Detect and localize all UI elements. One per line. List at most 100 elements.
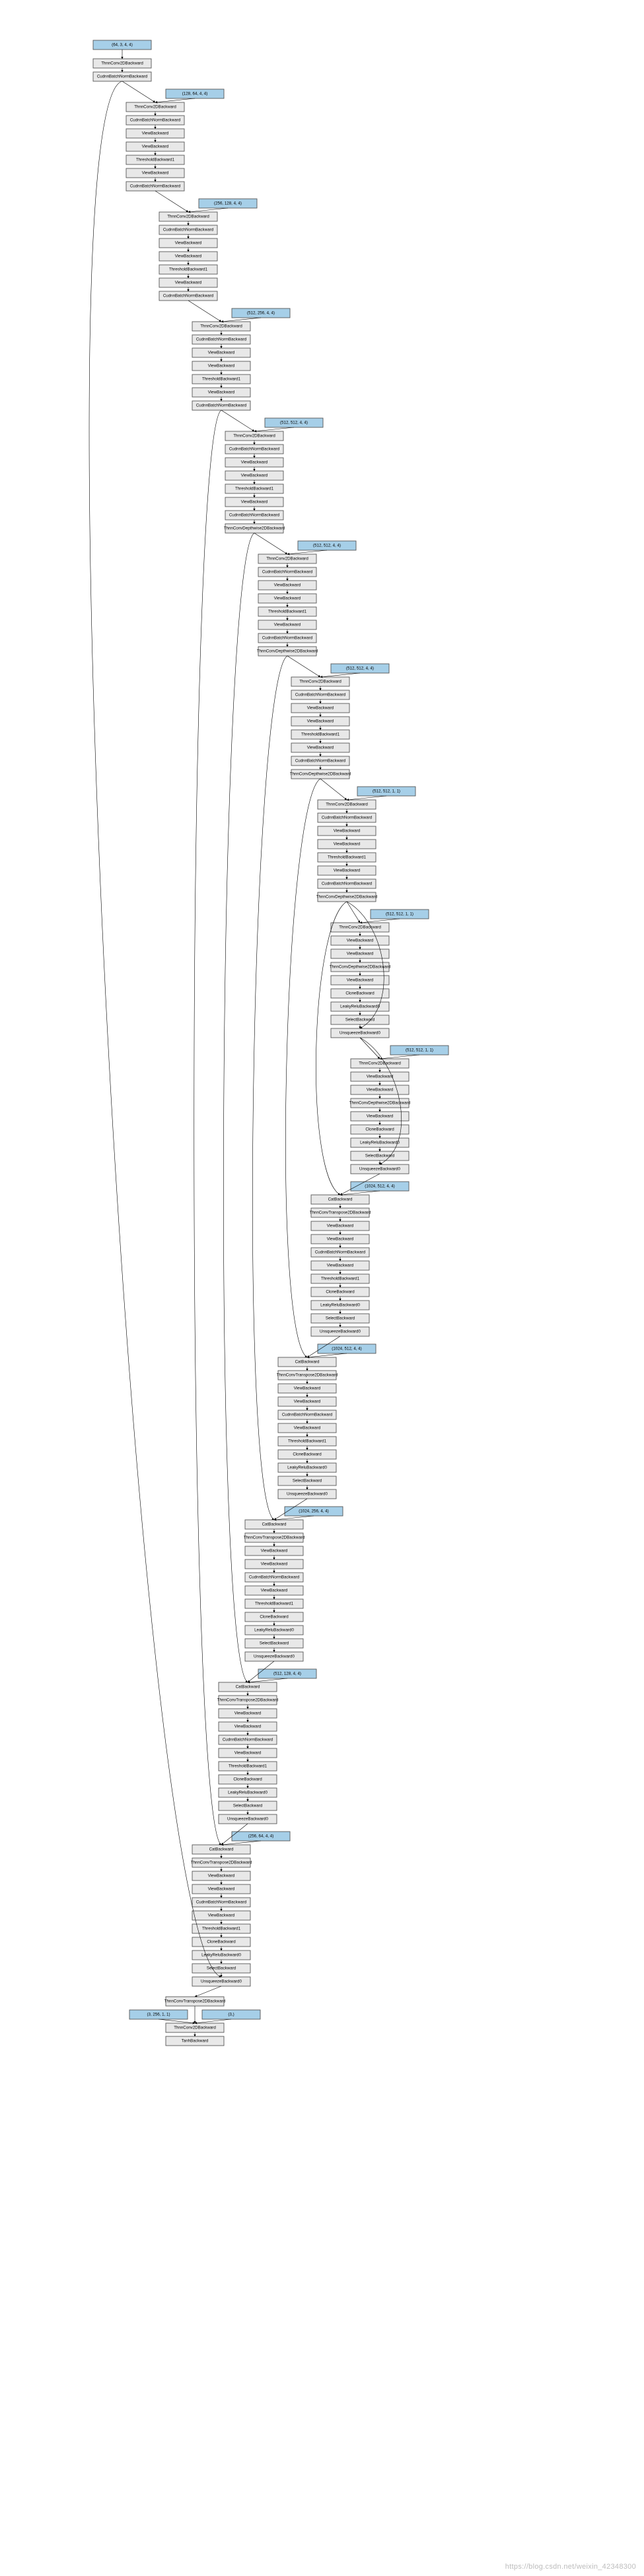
op-dec-1-7: CloneBackward: [278, 1450, 336, 1459]
svg-text:ThnnConv2DBackward: ThnnConv2DBackward: [359, 1061, 401, 1066]
svg-text:ViewBackward: ViewBackward: [208, 1887, 235, 1892]
op-enc-0-5: ViewBackward: [126, 168, 184, 178]
op-out-conv: ThnnConv2DBackward: [166, 2023, 224, 2032]
svg-text:ViewBackward: ViewBackward: [261, 1549, 288, 1554]
op-enc-6-7: ThnnConvDepthwise2DBackward: [316, 892, 378, 902]
svg-text:ViewBackward: ViewBackward: [294, 1426, 321, 1431]
op-enc-1-0: ThnnConv2DBackward: [159, 212, 217, 221]
svg-text:ViewBackward: ViewBackward: [142, 131, 169, 136]
op-enc-2-0: ThnnConv2DBackward: [192, 322, 250, 331]
op-enc-4-6: CudnnBatchNormBackward: [258, 633, 316, 643]
op-enc-0-1: CudnnBatchNormBackward: [126, 116, 184, 125]
op-dec-0-2: ViewBackward: [311, 1221, 369, 1231]
svg-text:CudnnBatchNormBackward: CudnnBatchNormBackward: [322, 816, 373, 820]
svg-text:ThnnConvTranspose2DBackward: ThnnConvTranspose2DBackward: [164, 1999, 226, 2004]
svg-text:ViewBackward: ViewBackward: [294, 1386, 321, 1391]
op-dec-0-1: ThnnConvTranspose2DBackward: [310, 1208, 371, 1217]
svg-text:ViewBackward: ViewBackward: [307, 706, 334, 711]
svg-text:UnsqueezeBackward0: UnsqueezeBackward0: [287, 1492, 328, 1497]
op-res-0-6: LeakyReluBackward0: [331, 1002, 389, 1011]
svg-text:ThnnConvTranspose2DBackward: ThnnConvTranspose2DBackward: [310, 1211, 371, 1215]
svg-text:ThnnConv2DBackward: ThnnConv2DBackward: [233, 434, 275, 439]
svg-text:ThnnConvDepthwise2DBackward: ThnnConvDepthwise2DBackward: [316, 895, 378, 900]
svg-text:ThresholdBackward1: ThresholdBackward1: [255, 1602, 294, 1606]
svg-text:LeakyReluBackward0: LeakyReluBackward0: [228, 1791, 268, 1795]
op-enc-0-2: ViewBackward: [126, 129, 184, 138]
edge: [195, 1986, 221, 1997]
op-dec-1-9: SelectBackward: [278, 1476, 336, 1485]
op-dec-3-8: LeakyReluBackward0: [219, 1788, 277, 1797]
svg-text:(512, 256, 4, 4): (512, 256, 4, 4): [247, 311, 275, 316]
svg-text:CudnnBatchNormBackward: CudnnBatchNormBackward: [229, 513, 280, 518]
svg-text:ViewBackward: ViewBackward: [208, 351, 235, 355]
svg-text:SelectBackward: SelectBackward: [260, 1641, 289, 1646]
op-dec-1-4: CudnnBatchNormBackward: [278, 1410, 336, 1419]
op-enc-1-1: CudnnBatchNormBackward: [159, 225, 217, 234]
svg-text:ViewBackward: ViewBackward: [175, 254, 202, 259]
svg-text:UnsqueezeBackward0: UnsqueezeBackward0: [340, 1031, 380, 1036]
op-dec-2-1: ThnnConvTranspose2DBackward: [244, 1533, 305, 1542]
svg-text:(512, 512, 1, 1): (512, 512, 1, 1): [386, 912, 413, 917]
op-enc-3-2: ViewBackward: [225, 458, 283, 467]
svg-text:SelectBackward: SelectBackward: [326, 1316, 355, 1321]
op-enc-5-5: ViewBackward: [291, 743, 349, 752]
op-enc-5-4: ThresholdBackward1: [291, 730, 349, 739]
op-enc-2-2: ViewBackward: [192, 348, 250, 357]
svg-text:ThresholdBackward1: ThresholdBackward1: [321, 1277, 360, 1281]
edge: [287, 550, 327, 554]
op-dec-3-6: ThresholdBackward1: [219, 1762, 277, 1771]
svg-text:ViewBackward: ViewBackward: [307, 746, 334, 750]
svg-text:CudnnBatchNormBackward: CudnnBatchNormBackward: [295, 693, 346, 698]
op-enc-2-1: CudnnBatchNormBackward: [192, 335, 250, 344]
svg-text:ViewBackward: ViewBackward: [327, 1264, 354, 1268]
op-enc-2-4: ThresholdBackward1: [192, 375, 250, 384]
svg-text:ViewBackward: ViewBackward: [208, 1914, 235, 1918]
svg-text:ThnnConv2DBackward: ThnnConv2DBackward: [200, 324, 242, 329]
op-dec-4-1: ThnnConvTranspose2DBackward: [191, 1858, 252, 1867]
op-enc-1-5: ViewBackward: [159, 278, 217, 287]
svg-text:ViewBackward: ViewBackward: [261, 1589, 288, 1593]
op-res-1-8: UnsqueezeBackward0: [351, 1164, 409, 1174]
op-enc-6-0: ThnnConv2DBackward: [318, 800, 376, 809]
op-dec-3-2: ViewBackward: [219, 1709, 277, 1718]
svg-text:(64, 3, 4, 4): (64, 3, 4, 4): [112, 43, 133, 48]
svg-text:ViewBackward: ViewBackward: [241, 500, 268, 505]
svg-text:LeakyReluBackward0: LeakyReluBackward0: [201, 1953, 241, 1958]
op-enc-5-7: ThnnConvDepthwise2DBackward: [290, 769, 351, 779]
op-dec-1-2: ViewBackward: [278, 1384, 336, 1393]
op-dec-3-3: ViewBackward: [219, 1722, 277, 1731]
edge: [223, 533, 254, 1682]
svg-text:ThresholdBackward1: ThresholdBackward1: [202, 377, 241, 382]
svg-text:CudnnBatchNormBackward: CudnnBatchNormBackward: [295, 759, 346, 764]
op-enc-5-0: ThnnConv2DBackward: [291, 677, 349, 686]
op-dec-1-8: LeakyReluBackward0: [278, 1463, 336, 1472]
edge: [254, 533, 287, 554]
svg-text:ThnnConvTranspose2DBackward: ThnnConvTranspose2DBackward: [191, 1861, 252, 1865]
edge: [320, 779, 347, 800]
op-enc-6-5: ViewBackward: [318, 866, 376, 875]
op-dec-2-5: ViewBackward: [245, 1586, 303, 1595]
svg-text:CudnnBatchNormBackward: CudnnBatchNormBackward: [282, 1413, 333, 1417]
svg-text:ViewBackward: ViewBackward: [261, 1562, 288, 1567]
svg-text:CudnnBatchNormBackward: CudnnBatchNormBackward: [262, 570, 313, 575]
edge: [221, 1841, 261, 1845]
op-dec-2-8: LeakyReluBackward0: [245, 1626, 303, 1635]
param-res-1: (512, 512, 1, 1): [390, 1046, 448, 1055]
svg-text:ThnnConv2DBackward: ThnnConv2DBackward: [174, 2026, 216, 2030]
op-root-bn: CudnnBatchNormBackward: [93, 72, 151, 81]
svg-text:ViewBackward: ViewBackward: [241, 474, 268, 478]
op-dec-0-6: ThresholdBackward1: [311, 1274, 369, 1283]
edge: [122, 81, 155, 102]
op-enc-5-3: ViewBackward: [291, 717, 349, 726]
op-dec-0-4: CudnnBatchNormBackward: [311, 1248, 369, 1257]
op-dec-2-10: UnsqueezeBackward0: [245, 1652, 303, 1661]
edge: [159, 2019, 195, 2023]
svg-text:ThnnConvDepthwise2DBackward: ThnnConvDepthwise2DBackward: [349, 1101, 411, 1106]
svg-text:ThnnConv2DBackward: ThnnConv2DBackward: [326, 803, 368, 807]
svg-text:(128, 64, 4, 4): (128, 64, 4, 4): [182, 92, 208, 96]
svg-text:(512, 128, 4, 4): (512, 128, 4, 4): [273, 1672, 301, 1676]
svg-text:CudnnBatchNormBackward: CudnnBatchNormBackward: [163, 228, 214, 233]
op-dec-2-6: ThresholdBackward1: [245, 1599, 303, 1608]
op-res-1-4: ViewBackward: [351, 1112, 409, 1121]
op-dec-3-9: SelectBackward: [219, 1801, 277, 1810]
